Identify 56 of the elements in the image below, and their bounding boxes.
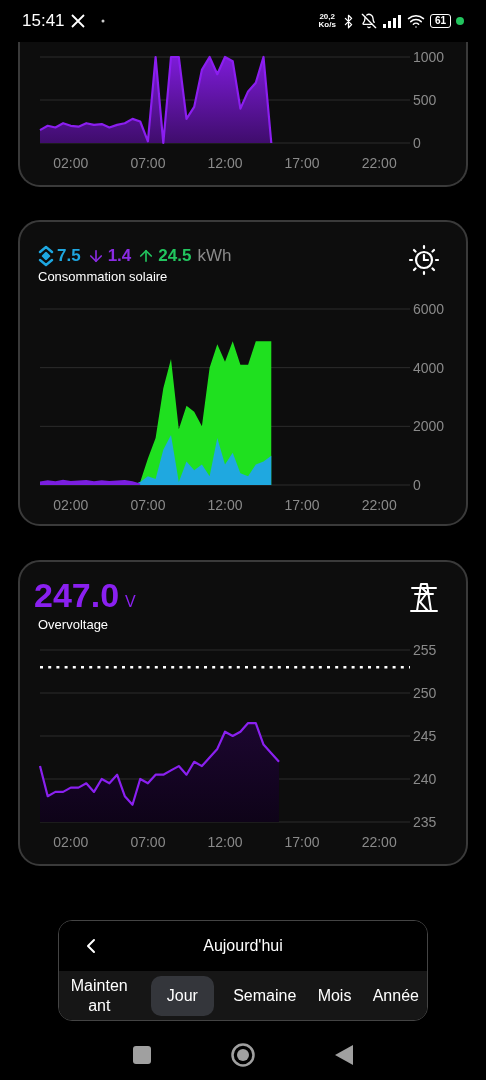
axis-label: 07:00 [130, 155, 166, 171]
axis-label: 02:00 [53, 497, 89, 513]
network-speed: 20,2 [319, 13, 335, 21]
energy-value: 24.5 [158, 245, 192, 268]
axis-label: 0 [413, 477, 421, 493]
axis-label: 4000 [413, 359, 445, 376]
axis-label: 22:00 [361, 834, 397, 850]
axis-label: 12:00 [207, 497, 243, 513]
axis-label: 2000 [413, 418, 445, 435]
axis-label: 500 [413, 92, 437, 108]
period-tab[interactable]: Mois [315, 972, 354, 1019]
period-tab[interactable]: Maintenant [65, 972, 134, 1019]
wifi-icon [406, 12, 425, 30]
speed-unit: Ko/s [318, 21, 336, 29]
logo-icon [70, 14, 85, 28]
card-label: Consommation solaire [38, 268, 169, 286]
energy-value: 1.4 [107, 245, 132, 268]
axis-label: 255 [413, 642, 437, 658]
dot-icon [100, 19, 105, 23]
axis-label: 12:00 [207, 834, 243, 850]
muted-bell-icon [360, 13, 377, 29]
clock-time: 15:41 [22, 10, 65, 33]
back-nav-button[interactable] [335, 1045, 353, 1065]
axis-label: 0 [413, 135, 421, 151]
status-dot-icon [456, 17, 464, 25]
axis-label: 12:00 [207, 155, 243, 171]
card-label: Overvoltage [37, 616, 110, 634]
period-tab[interactable]: Année [370, 972, 421, 1019]
transmission-tower-icon [410, 582, 438, 612]
axis-label: 1000 [413, 49, 445, 65]
period-title: Aujourd'hui [203, 936, 283, 956]
battery-indicator: 61 [429, 14, 451, 28]
unit-label: kWh [197, 245, 232, 268]
energy-value: 7.5 [57, 245, 81, 268]
axis-label: 02:00 [53, 834, 89, 850]
axis-label: 17:00 [284, 497, 320, 513]
axis-label: 17:00 [284, 155, 320, 171]
axis-label: 240 [413, 771, 437, 787]
axis-label: 245 [413, 728, 437, 744]
home-button[interactable] [231, 1043, 255, 1067]
axis-label: 17:00 [284, 834, 320, 850]
axis-label: 235 [413, 814, 437, 830]
period-tab[interactable]: Semaine [231, 972, 299, 1019]
unit-label: V [125, 592, 136, 612]
axis-label: 22:00 [361, 497, 397, 513]
axis-label: 6000 [413, 301, 445, 317]
axis-label: 22:00 [361, 155, 397, 171]
axis-label: 250 [413, 685, 437, 701]
axis-label: 07:00 [130, 834, 166, 850]
period-tab[interactable]: Jour [150, 975, 214, 1016]
signal-icon [381, 14, 402, 28]
axis-label: 02:00 [53, 155, 89, 171]
sun-clock-icon [408, 244, 440, 276]
up-down-chevrons-icon [38, 245, 54, 267]
voltage-value: 247.0 [34, 576, 120, 614]
axis-label: 07:00 [130, 497, 166, 513]
